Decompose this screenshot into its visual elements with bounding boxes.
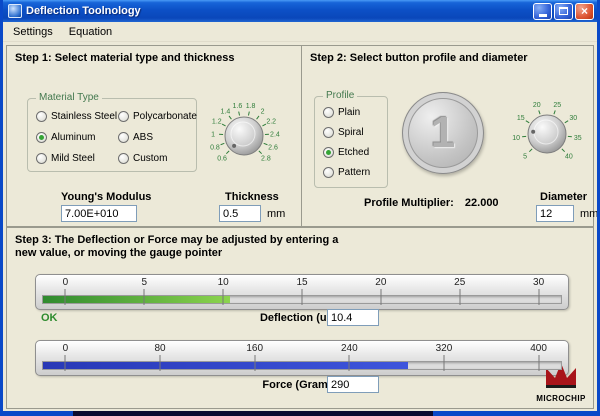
svg-text:2.2: 2.2 bbox=[266, 119, 276, 126]
menu-bar: Settings Equation bbox=[3, 22, 597, 42]
radio-icon bbox=[118, 111, 129, 122]
profile-multiplier-label: Profile Multiplier: bbox=[364, 197, 454, 209]
svg-text:15: 15 bbox=[517, 115, 525, 122]
menu-equation[interactable]: Equation bbox=[61, 24, 120, 40]
radio-selected-icon bbox=[36, 132, 47, 143]
diameter-label: Diameter bbox=[540, 191, 587, 203]
menu-settings[interactable]: Settings bbox=[5, 24, 61, 40]
youngs-modulus-label: Young's Modulus bbox=[61, 191, 151, 203]
force-gauge[interactable]: 080160240320400 bbox=[35, 340, 569, 376]
maximize-button[interactable] bbox=[554, 3, 573, 20]
svg-text:25: 25 bbox=[553, 102, 561, 109]
radio-icon bbox=[323, 107, 334, 118]
app-window: Deflection Toolnology × Settings Equatio… bbox=[0, 0, 600, 416]
force-gauge-scale: 080160240320400 bbox=[42, 343, 562, 356]
profile-legend: Profile bbox=[323, 90, 357, 101]
step3-title: Step 3: The Deflection or Force may be a… bbox=[15, 234, 350, 260]
step2-title: Step 2: Select button profile and diamet… bbox=[310, 52, 528, 64]
step3-panel: Step 3: The Deflection or Force may be a… bbox=[6, 227, 594, 409]
window-title: Deflection Toolnology bbox=[26, 5, 531, 17]
close-icon: × bbox=[581, 5, 588, 17]
radio-icon bbox=[323, 167, 334, 178]
svg-text:1.6: 1.6 bbox=[233, 103, 243, 110]
svg-text:2: 2 bbox=[261, 109, 265, 116]
svg-text:1.4: 1.4 bbox=[221, 109, 231, 116]
deflection-gauge-scale: 051015202530 bbox=[42, 277, 562, 290]
force-gauge-track bbox=[42, 361, 562, 370]
close-button[interactable]: × bbox=[575, 3, 594, 20]
material-type-legend: Material Type bbox=[36, 92, 102, 103]
radio-etched[interactable]: Etched bbox=[323, 146, 369, 159]
button-preview-number: 1 bbox=[431, 108, 455, 158]
deflection-input[interactable] bbox=[327, 309, 379, 326]
svg-text:35: 35 bbox=[574, 135, 582, 142]
button-preview: 1 bbox=[402, 92, 484, 174]
radio-aluminum[interactable]: Aluminum bbox=[36, 131, 95, 144]
radio-icon bbox=[36, 111, 47, 122]
svg-text:1.8: 1.8 bbox=[246, 103, 256, 110]
radio-pattern[interactable]: Pattern bbox=[323, 166, 370, 179]
svg-text:2.6: 2.6 bbox=[268, 144, 278, 151]
profile-multiplier: Profile Multiplier: 22.000 bbox=[364, 197, 499, 209]
radio-icon bbox=[36, 153, 47, 164]
radio-custom[interactable]: Custom bbox=[118, 152, 167, 165]
radio-abs[interactable]: ABS bbox=[118, 131, 153, 144]
thickness-label: Thickness bbox=[225, 191, 279, 203]
svg-text:5: 5 bbox=[523, 153, 527, 160]
profile-groupbox: Profile Plain Spiral Etched Pattern bbox=[314, 96, 388, 188]
svg-text:30: 30 bbox=[569, 115, 577, 122]
svg-text:0.6: 0.6 bbox=[217, 155, 227, 162]
radio-icon bbox=[118, 132, 129, 143]
radio-mild-steel[interactable]: Mild Steel bbox=[36, 152, 95, 165]
force-gauge-fill bbox=[43, 362, 408, 369]
step1-title: Step 1: Select material type and thickne… bbox=[15, 52, 234, 64]
radio-spiral[interactable]: Spiral bbox=[323, 126, 364, 139]
step2-panel: Step 2: Select button profile and diamet… bbox=[301, 45, 594, 227]
radio-selected-icon bbox=[323, 147, 334, 158]
deflection-caption: Deflection (um) bbox=[7, 312, 593, 324]
svg-text:40: 40 bbox=[565, 153, 573, 160]
svg-text:2.8: 2.8 bbox=[261, 155, 271, 162]
svg-text:10: 10 bbox=[512, 135, 520, 142]
maximize-icon bbox=[559, 7, 568, 15]
radio-plain[interactable]: Plain bbox=[323, 106, 360, 119]
deflection-gauge-fill bbox=[43, 296, 230, 303]
force-caption: Force (Grams) bbox=[7, 379, 593, 391]
radio-icon bbox=[323, 127, 334, 138]
diameter-knob[interactable]: 5 10 15 20 25 30 35 40 bbox=[495, 86, 599, 182]
force-input[interactable] bbox=[327, 376, 379, 393]
thickness-knob[interactable]: 0.6 0.8 1 1.2 1.41.61.8 22.2 2.4 2.6 2.8 bbox=[192, 88, 296, 184]
minimize-button[interactable] bbox=[533, 3, 552, 20]
youngs-modulus-input[interactable] bbox=[61, 205, 137, 222]
thickness-input[interactable] bbox=[219, 205, 261, 222]
app-icon bbox=[8, 4, 22, 18]
radio-icon bbox=[118, 153, 129, 164]
title-bar[interactable]: Deflection Toolnology × bbox=[3, 0, 597, 22]
diameter-input[interactable] bbox=[536, 205, 574, 222]
background-strip bbox=[73, 411, 433, 416]
svg-text:1.2: 1.2 bbox=[212, 119, 222, 126]
profile-multiplier-value: 22.000 bbox=[465, 197, 499, 209]
thickness-unit: mm bbox=[267, 208, 285, 220]
radio-polycarbonate[interactable]: Polycarbonate bbox=[118, 110, 197, 123]
svg-text:2.4: 2.4 bbox=[270, 131, 280, 138]
material-type-groupbox: Material Type Stainless Steel Polycarbon… bbox=[27, 98, 197, 172]
radio-stainless-steel[interactable]: Stainless Steel bbox=[36, 110, 117, 123]
svg-text:1: 1 bbox=[211, 131, 215, 138]
microchip-logo-text: MICROCHIP bbox=[530, 394, 592, 403]
content-area: Step 1: Select material type and thickne… bbox=[3, 42, 597, 411]
svg-text:20: 20 bbox=[533, 102, 541, 109]
deflection-gauge[interactable]: 051015202530 bbox=[35, 274, 569, 310]
svg-text:0.8: 0.8 bbox=[210, 144, 220, 151]
diameter-unit: mm bbox=[580, 208, 598, 220]
minimize-icon bbox=[539, 14, 547, 17]
step1-panel: Step 1: Select material type and thickne… bbox=[6, 45, 302, 227]
